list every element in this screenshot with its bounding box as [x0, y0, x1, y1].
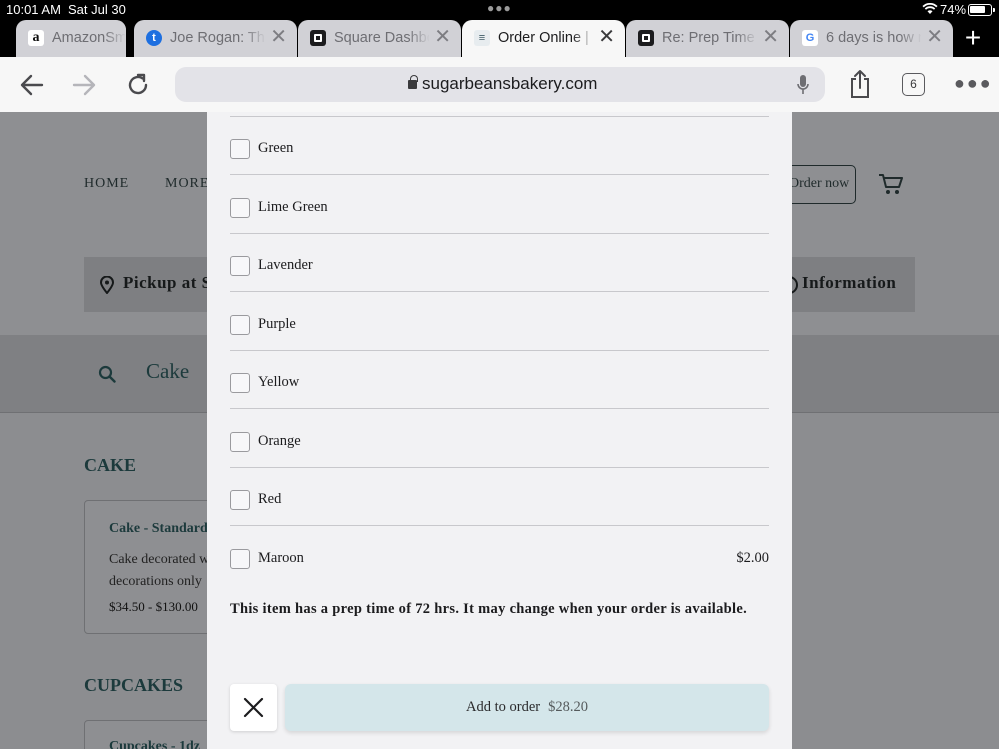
nav-home-link[interactable]: HOME — [84, 176, 129, 192]
option-orange[interactable]: Orange — [230, 410, 769, 468]
status-bar: 10:01 AM Sat Jul 30 ●●● 74% — [0, 0, 999, 20]
close-modal-button[interactable] — [230, 684, 277, 731]
option-checkbox[interactable] — [230, 373, 250, 393]
cart-icon[interactable] — [878, 172, 904, 196]
nav-more-link[interactable]: MORE — [165, 176, 209, 192]
tab-joe-rogan[interactable]: t Joe Rogan: The ✕ — [134, 20, 297, 57]
option-checkbox[interactable] — [230, 432, 250, 452]
option-label: Purple — [258, 316, 296, 332]
amazon-favicon-icon: a — [28, 30, 44, 46]
option-lime-green[interactable]: Lime Green — [230, 176, 769, 234]
option-label: Orange — [258, 433, 301, 449]
category-heading-cake: CAKE — [84, 455, 137, 475]
option-checkbox[interactable] — [230, 490, 250, 510]
battery-percent: 74% — [940, 2, 967, 17]
option-label: Yellow — [258, 374, 300, 390]
reload-icon[interactable] — [124, 71, 152, 99]
tab-amazonsmile[interactable]: a AmazonSmile — [16, 20, 126, 57]
wifi-icon — [922, 3, 938, 14]
option-label: Maroon — [258, 550, 304, 566]
lock-icon — [408, 75, 418, 89]
option-price: $2.00 — [736, 550, 769, 566]
product-title: Cake - Standard — [109, 521, 208, 536]
url-text[interactable]: sugarbeansbakery.com — [422, 74, 597, 94]
item-options-modal: Green Lime Green Lavender Purple Yellow … — [207, 112, 792, 749]
option-label: Green — [258, 140, 294, 156]
option-checkbox[interactable] — [230, 139, 250, 159]
tab-square-dashboard[interactable]: Square Dashbo ✕ — [298, 20, 461, 57]
close-tab-icon[interactable]: ✕ — [926, 27, 943, 47]
option-checkbox[interactable] — [230, 549, 250, 569]
location-pin-icon — [100, 276, 114, 294]
option-yellow[interactable]: Yellow — [230, 351, 769, 409]
option-label: Lime Green — [258, 199, 328, 215]
option-red[interactable]: Red — [230, 468, 769, 526]
tumblr-favicon-icon: t — [146, 30, 162, 46]
option-label: Lavender — [258, 257, 313, 273]
close-tab-icon[interactable]: ✕ — [270, 27, 287, 47]
tab-order-online[interactable]: ≡ Order Online | S ✕ — [462, 20, 625, 57]
search-icon[interactable] — [98, 365, 116, 383]
tab-google-search[interactable]: G 6 days is how m ✕ — [790, 20, 953, 57]
multitasking-dots-icon[interactable]: ●●● — [487, 1, 512, 15]
order-total: $28.20 — [548, 699, 588, 715]
status-date: Sat Jul 30 — [68, 2, 126, 17]
square-favicon-icon — [310, 30, 326, 46]
product-price: $34.50 - $130.00 — [109, 599, 198, 614]
more-options-icon[interactable]: ●●● — [954, 73, 993, 94]
new-tab-plus-icon[interactable]: + — [960, 24, 986, 52]
option-lavender[interactable]: Lavender — [230, 234, 769, 292]
search-query[interactable]: Cake — [146, 359, 189, 384]
close-tab-icon[interactable]: ✕ — [762, 27, 779, 47]
option-checkbox[interactable] — [230, 315, 250, 335]
option-purple[interactable]: Purple — [230, 293, 769, 351]
information-text[interactable]: Information — [802, 273, 896, 293]
forward-arrow-icon[interactable] — [70, 71, 98, 99]
browser-toolbar: sugarbeansbakery.com 6 ●●● — [0, 57, 999, 112]
tab-count-button[interactable]: 6 — [902, 73, 925, 96]
option-label: Red — [258, 491, 282, 507]
tab-prep-time[interactable]: Re: Prep Time ✕ — [626, 20, 789, 57]
pickup-location-text: Pickup at S — [123, 273, 212, 292]
category-heading-cupcakes: CUPCAKES — [84, 675, 184, 695]
close-icon — [243, 697, 264, 718]
square-favicon-icon — [638, 30, 654, 46]
option-checkbox[interactable] — [230, 256, 250, 276]
option-checkbox[interactable] — [230, 198, 250, 218]
back-arrow-icon[interactable] — [18, 71, 46, 99]
google-favicon-icon: G — [802, 30, 818, 46]
bakery-favicon-icon: ≡ — [474, 30, 490, 46]
option-maroon[interactable]: Maroon $2.00 — [230, 527, 769, 585]
microphone-icon[interactable] — [797, 75, 809, 95]
order-now-label: Order now — [789, 176, 850, 191]
close-tab-icon[interactable]: ✕ — [598, 27, 615, 47]
add-to-order-button[interactable]: Add to order $28.20 — [285, 684, 769, 731]
battery-icon — [968, 4, 995, 16]
close-tab-icon[interactable]: ✕ — [434, 27, 451, 47]
share-icon[interactable] — [848, 69, 872, 99]
product-title: Cupcakes - 1dz — [109, 739, 201, 749]
option-green[interactable]: Green — [230, 117, 769, 175]
address-bar[interactable]: sugarbeansbakery.com — [175, 67, 825, 102]
tab-bar: a AmazonSmile t Joe Rogan: The ✕ Square … — [0, 20, 999, 57]
add-to-order-label: Add to order — [466, 699, 541, 715]
status-time: 10:01 AM — [6, 2, 61, 17]
prep-time-note: This item has a prep time of 72 hrs. It … — [230, 601, 748, 617]
